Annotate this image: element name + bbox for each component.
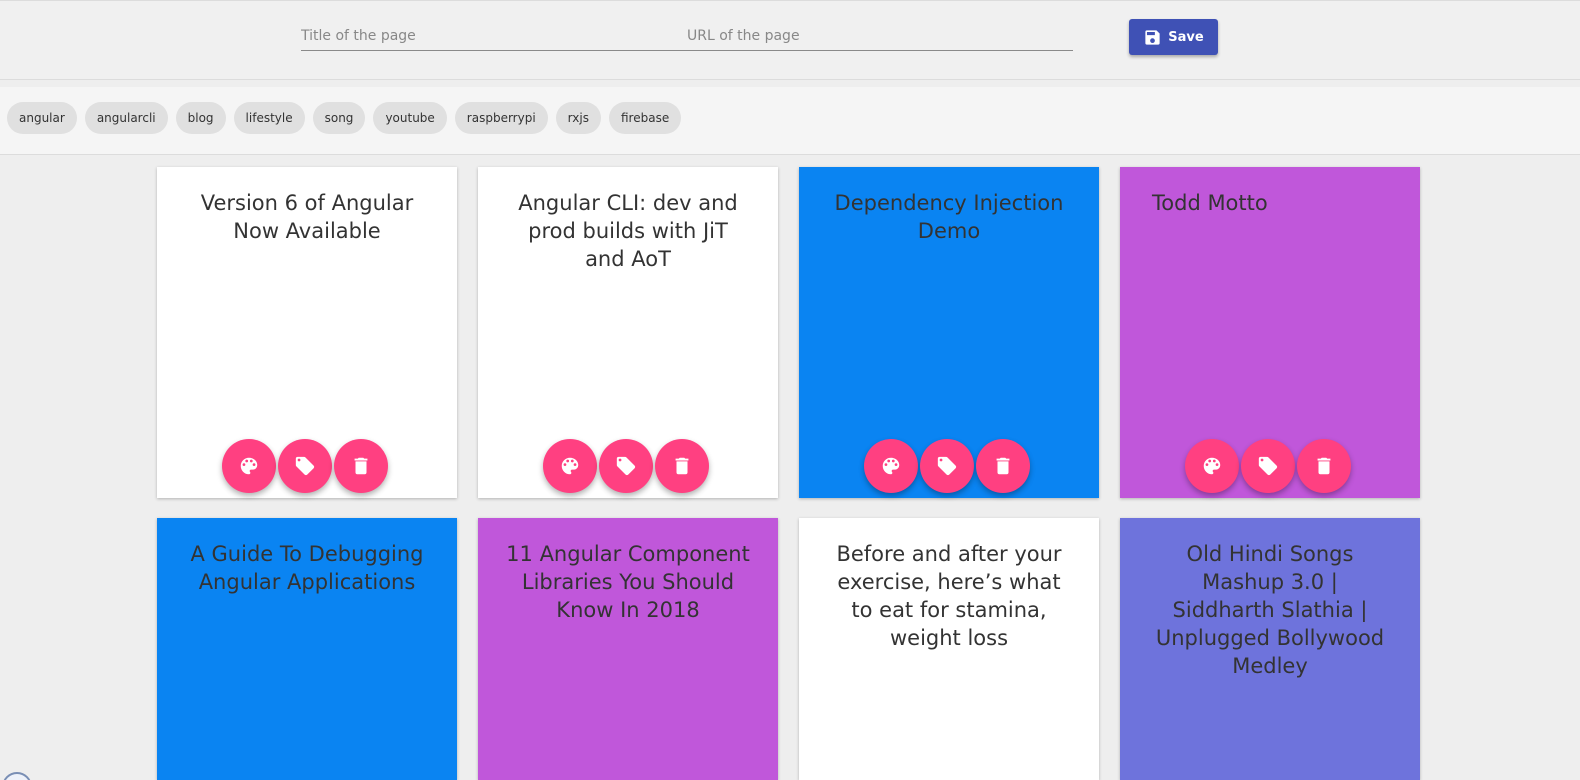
title-field	[301, 23, 687, 51]
palette-icon	[561, 457, 579, 475]
tag-button[interactable]	[599, 439, 653, 493]
tag-icon	[937, 456, 957, 476]
tag-bar: angular angularcli blog lifestyle song y…	[0, 87, 1580, 155]
card-actions	[543, 439, 709, 493]
color-palette-button[interactable]	[543, 439, 597, 493]
card-title: Old Hindi Songs Mashup 3.0 | Siddharth S…	[1155, 542, 1385, 678]
card-title: Todd Motto	[1152, 191, 1268, 215]
floppy-disk-icon	[1145, 29, 1160, 45]
tag-chip[interactable]: angular	[7, 102, 77, 134]
note-card[interactable]: Old Hindi Songs Mashup 3.0 | Siddharth S…	[1120, 518, 1420, 780]
tag-chip[interactable]: lifestyle	[233, 102, 305, 134]
tag-chip[interactable]: youtube	[373, 102, 447, 134]
card-title: Angular CLI: dev and prod builds with Ji…	[518, 191, 738, 271]
note-card[interactable]: Angular CLI: dev and prod builds with Ji…	[478, 167, 778, 498]
note-card[interactable]: Todd Motto	[1120, 167, 1420, 498]
tag-chip[interactable]: rxjs	[555, 102, 601, 134]
tag-chip[interactable]: firebase	[608, 102, 682, 134]
delete-button[interactable]	[334, 439, 388, 493]
tag-icon	[1258, 456, 1278, 476]
palette-icon	[1203, 457, 1221, 475]
card-title: Dependency Injection Demo	[834, 191, 1064, 243]
delete-icon	[996, 457, 1010, 475]
card-title: Version 6 of Angular Now Available	[200, 191, 414, 243]
delete-icon	[354, 457, 368, 475]
tag-icon	[295, 456, 315, 476]
color-palette-button[interactable]	[864, 439, 918, 493]
note-card[interactable]: Dependency Injection Demo	[799, 167, 1099, 498]
tag-chip[interactable]: raspberrypi	[454, 102, 548, 134]
delete-icon	[1317, 457, 1331, 475]
tag-list: angular angularcli blog lifestyle song y…	[7, 102, 682, 134]
palette-icon	[882, 457, 900, 475]
card-actions	[864, 439, 1030, 493]
delete-button[interactable]	[976, 439, 1030, 493]
url-input[interactable]	[687, 23, 1073, 49]
save-button[interactable]: Save	[1129, 19, 1218, 55]
color-palette-button[interactable]	[222, 439, 276, 493]
delete-button[interactable]	[1297, 439, 1351, 493]
delete-icon	[675, 457, 689, 475]
card-title: 11 Angular Component Libraries You Shoul…	[506, 542, 750, 622]
palette-icon	[240, 457, 258, 475]
tag-icon	[616, 456, 636, 476]
tag-chip[interactable]: angularcli	[84, 102, 168, 134]
tag-button[interactable]	[278, 439, 332, 493]
title-input[interactable]	[301, 23, 687, 49]
tag-button[interactable]	[1241, 439, 1295, 493]
corner-widget[interactable]	[2, 772, 32, 780]
note-card[interactable]: Before and after your exercise, here’s w…	[799, 518, 1099, 780]
note-card[interactable]: 11 Angular Component Libraries You Shoul…	[478, 518, 778, 780]
url-field	[687, 23, 1073, 51]
note-card[interactable]: Version 6 of Angular Now Available	[157, 167, 457, 498]
color-palette-button[interactable]	[1185, 439, 1239, 493]
delete-button[interactable]	[655, 439, 709, 493]
save-label: Save	[1168, 29, 1204, 45]
note-card[interactable]: A Guide To Debugging Angular Application…	[157, 518, 457, 780]
tag-button[interactable]	[920, 439, 974, 493]
card-title: Before and after your exercise, here’s w…	[836, 542, 1062, 650]
note-form: Save	[0, 0, 1580, 80]
card-actions	[222, 439, 388, 493]
tag-chip[interactable]: blog	[175, 102, 226, 134]
card-actions	[1185, 439, 1351, 493]
tag-chip[interactable]: song	[312, 102, 366, 134]
card-title: A Guide To Debugging Angular Application…	[190, 542, 424, 594]
